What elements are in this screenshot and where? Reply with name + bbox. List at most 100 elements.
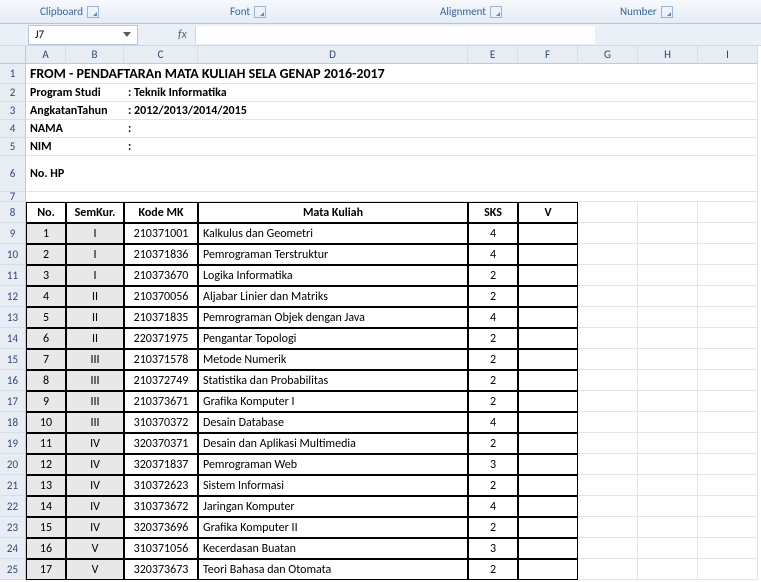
cell-mk[interactable]: Teori Bahasa dan Otomata bbox=[198, 559, 468, 580]
row-header[interactable]: 9 bbox=[0, 223, 26, 244]
cell-mk[interactable]: Statistika dan Probabilitas bbox=[198, 370, 468, 391]
cell[interactable] bbox=[698, 370, 758, 391]
col-header[interactable]: E bbox=[468, 46, 518, 64]
cell-v[interactable] bbox=[518, 496, 578, 517]
cell-sks[interactable]: 2 bbox=[468, 391, 518, 412]
col-header[interactable]: G bbox=[578, 46, 638, 64]
cell-sem[interactable]: III bbox=[66, 349, 124, 370]
cell-no[interactable]: 6 bbox=[26, 328, 66, 349]
cell-mk[interactable]: Metode Numerik bbox=[198, 349, 468, 370]
cell[interactable] bbox=[698, 475, 758, 496]
cell-no[interactable]: 1 bbox=[26, 223, 66, 244]
row-header[interactable]: 25 bbox=[0, 559, 26, 580]
cell[interactable] bbox=[638, 391, 698, 412]
cell[interactable] bbox=[638, 265, 698, 286]
cell[interactable] bbox=[698, 412, 758, 433]
label[interactable]: NIM bbox=[26, 138, 124, 156]
cell[interactable] bbox=[638, 286, 698, 307]
row-header[interactable]: 19 bbox=[0, 433, 26, 454]
cell-no[interactable]: 7 bbox=[26, 349, 66, 370]
row-header[interactable]: 20 bbox=[0, 454, 26, 475]
label[interactable]: AngkatanTahun bbox=[26, 102, 124, 120]
col-header[interactable]: F bbox=[518, 46, 578, 64]
cell-sks[interactable]: 4 bbox=[468, 496, 518, 517]
cell[interactable] bbox=[698, 265, 758, 286]
formula-input[interactable] bbox=[195, 26, 595, 44]
cell-v[interactable] bbox=[518, 433, 578, 454]
cell[interactable] bbox=[698, 244, 758, 265]
cell[interactable] bbox=[698, 202, 758, 223]
col-header[interactable]: H bbox=[638, 46, 698, 64]
cell[interactable] bbox=[578, 538, 638, 559]
cell-sks[interactable]: 4 bbox=[468, 307, 518, 328]
row-header[interactable]: 12 bbox=[0, 286, 26, 307]
cell[interactable] bbox=[638, 328, 698, 349]
cell[interactable] bbox=[638, 454, 698, 475]
cell[interactable] bbox=[578, 286, 638, 307]
cell-sks[interactable]: 4 bbox=[468, 223, 518, 244]
col-header[interactable]: B bbox=[66, 46, 124, 64]
cell-kode[interactable]: 210371835 bbox=[124, 307, 198, 328]
cell-sks[interactable]: 2 bbox=[468, 517, 518, 538]
cell-v[interactable] bbox=[518, 454, 578, 475]
cell-kode[interactable]: 310372623 bbox=[124, 475, 198, 496]
cell[interactable] bbox=[578, 559, 638, 580]
cell-kode[interactable]: 210373671 bbox=[124, 391, 198, 412]
cell-v[interactable] bbox=[518, 223, 578, 244]
ribbon-group-number[interactable]: Number bbox=[620, 5, 673, 18]
cell[interactable] bbox=[638, 538, 698, 559]
cell-sks[interactable]: 2 bbox=[468, 286, 518, 307]
row-header[interactable]: 1 bbox=[0, 64, 26, 84]
cell[interactable] bbox=[578, 265, 638, 286]
cell-sks[interactable]: 2 bbox=[468, 349, 518, 370]
ribbon-group-clipboard[interactable]: Clipboard bbox=[40, 5, 99, 18]
row-header[interactable]: 6 bbox=[0, 156, 26, 192]
dialog-launcher-icon[interactable] bbox=[661, 6, 673, 18]
cell[interactable] bbox=[638, 559, 698, 580]
cell-sem[interactable]: II bbox=[66, 328, 124, 349]
cell-sem[interactable]: I bbox=[66, 223, 124, 244]
cell-sem[interactable]: III bbox=[66, 412, 124, 433]
cell-mk[interactable]: Pemrograman Web bbox=[198, 454, 468, 475]
value[interactable]: : bbox=[124, 138, 758, 156]
col-header[interactable]: C bbox=[124, 46, 198, 64]
cell-mk[interactable]: Pemrograman Objek dengan Java bbox=[198, 307, 468, 328]
row-header[interactable]: 3 bbox=[0, 102, 26, 120]
cell-v[interactable] bbox=[518, 475, 578, 496]
cell-kode[interactable]: 320373696 bbox=[124, 517, 198, 538]
row-header[interactable]: 21 bbox=[0, 475, 26, 496]
cell-kode[interactable]: 210372749 bbox=[124, 370, 198, 391]
row-header[interactable]: 4 bbox=[0, 120, 26, 138]
cell[interactable] bbox=[578, 391, 638, 412]
cell-v[interactable] bbox=[518, 307, 578, 328]
cell-sem[interactable]: II bbox=[66, 307, 124, 328]
cell-v[interactable] bbox=[518, 244, 578, 265]
cell-no[interactable]: 8 bbox=[26, 370, 66, 391]
row-header[interactable]: 18 bbox=[0, 412, 26, 433]
value[interactable]: : 2012/2013/2014/2015 bbox=[124, 102, 758, 120]
cell-v[interactable] bbox=[518, 286, 578, 307]
value[interactable]: : Teknik Informatika bbox=[124, 84, 758, 102]
cell[interactable] bbox=[698, 328, 758, 349]
cell-sem[interactable]: V bbox=[66, 559, 124, 580]
cell-kode[interactable]: 310370372 bbox=[124, 412, 198, 433]
cell-sem[interactable]: IV bbox=[66, 517, 124, 538]
th-semkur[interactable]: SemKur. bbox=[66, 202, 124, 223]
th-v[interactable]: V bbox=[518, 202, 578, 223]
cell[interactable] bbox=[26, 192, 758, 202]
cell-kode[interactable]: 210370056 bbox=[124, 286, 198, 307]
cell-sem[interactable]: II bbox=[66, 286, 124, 307]
cell-sem[interactable]: IV bbox=[66, 433, 124, 454]
dialog-launcher-icon[interactable] bbox=[490, 6, 502, 18]
row-header[interactable]: 23 bbox=[0, 517, 26, 538]
cell-no[interactable]: 4 bbox=[26, 286, 66, 307]
col-header[interactable]: D bbox=[198, 46, 468, 64]
cell[interactable] bbox=[578, 496, 638, 517]
cell-no[interactable]: 10 bbox=[26, 412, 66, 433]
cell[interactable] bbox=[638, 244, 698, 265]
cell-v[interactable] bbox=[518, 391, 578, 412]
cell-mk[interactable]: Desain dan Aplikasi Multimedia bbox=[198, 433, 468, 454]
cell[interactable] bbox=[578, 370, 638, 391]
cell-kode[interactable]: 210371578 bbox=[124, 349, 198, 370]
cell-v[interactable] bbox=[518, 538, 578, 559]
